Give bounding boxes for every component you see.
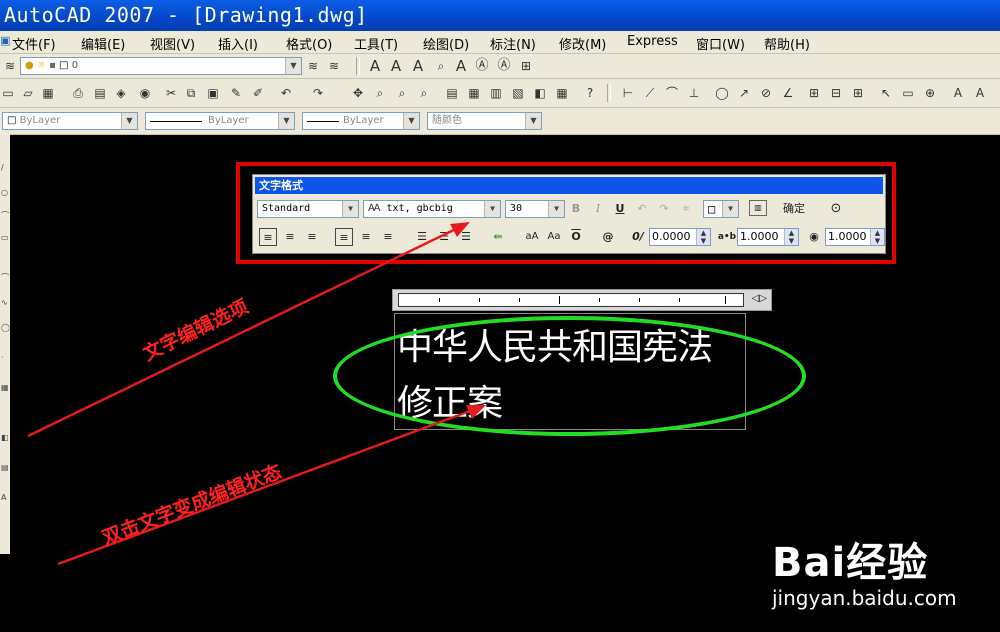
baidu-watermark: Bai经验 jingyan.baidu.com bbox=[772, 530, 957, 610]
arrowhead-top bbox=[450, 222, 470, 237]
watermark-url: jingyan.baidu.com bbox=[772, 586, 957, 610]
watermark-brand: Bai经验 bbox=[772, 540, 929, 586]
arrow-to-toolbar bbox=[27, 224, 463, 438]
arrowhead-bottom bbox=[466, 405, 486, 419]
